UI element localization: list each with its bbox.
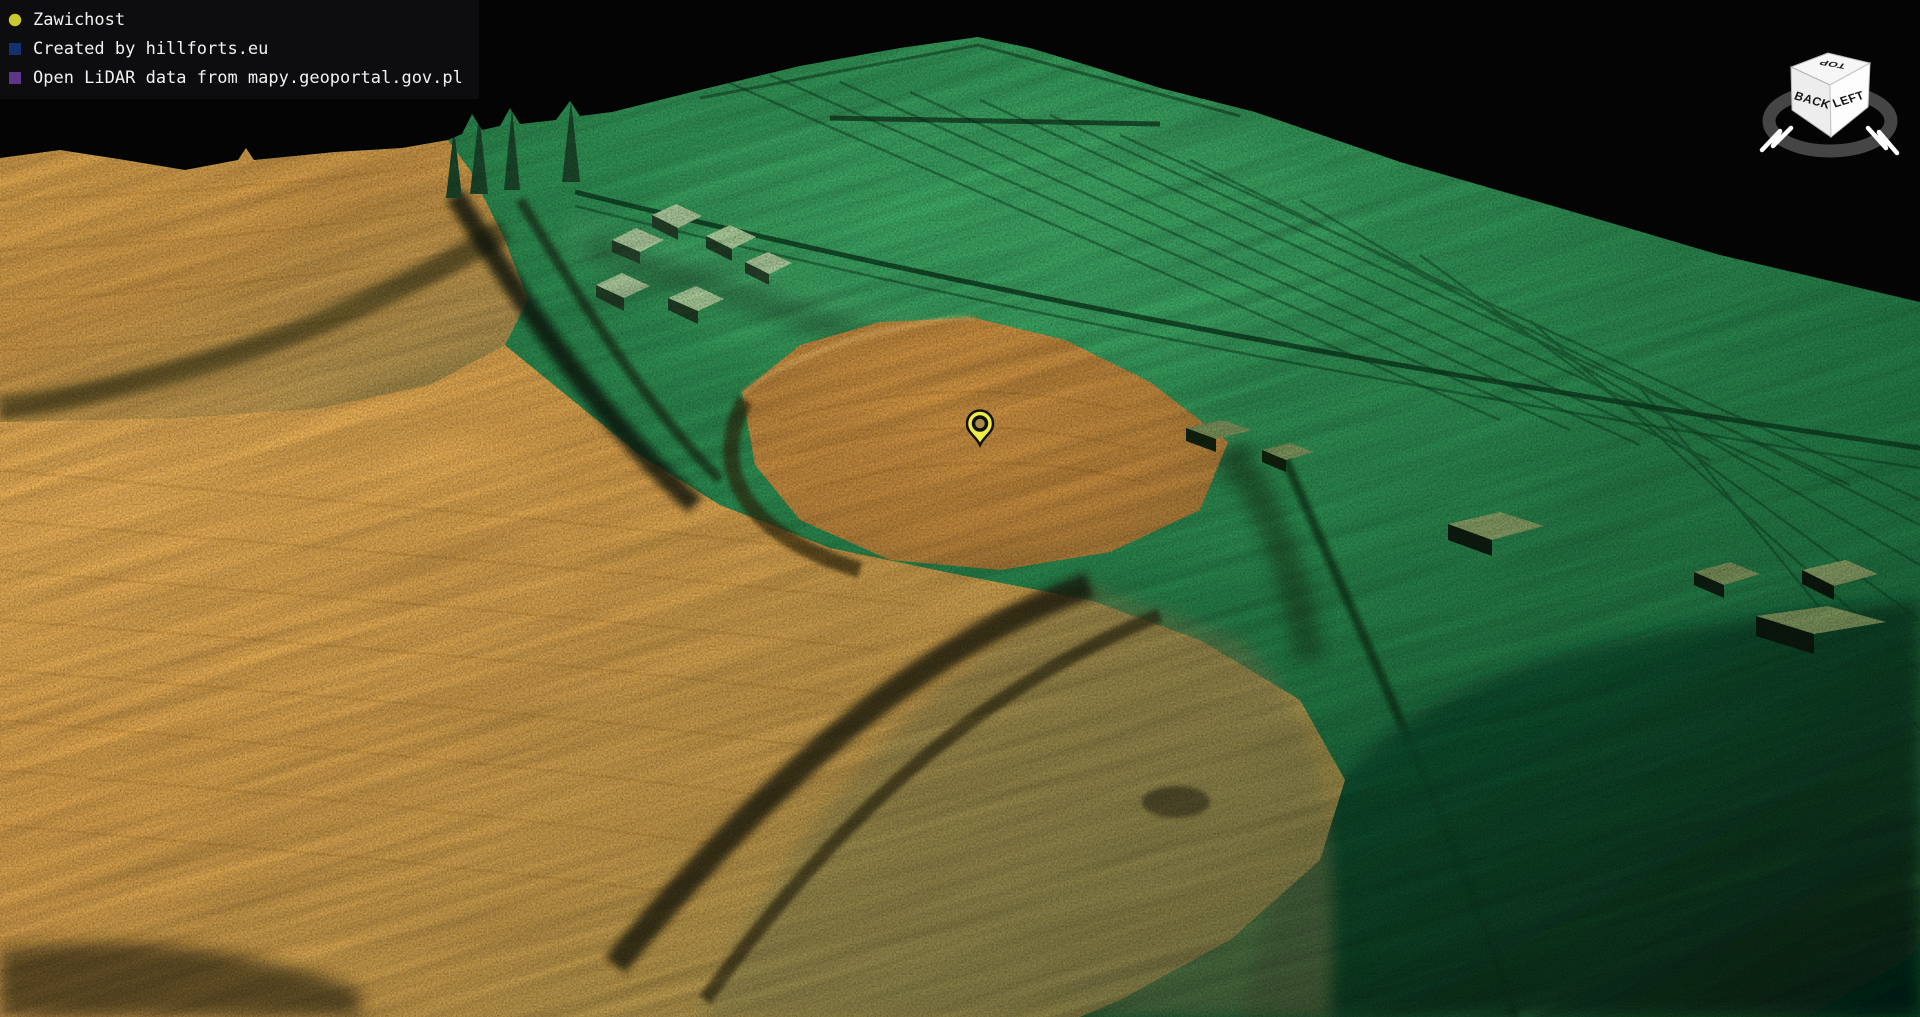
datasource-square-icon [8, 71, 22, 85]
legend-item-credit[interactable]: Created by hillforts.eu [8, 34, 463, 63]
legend-panel: Zawichost Created by hillforts.eu Open L… [0, 0, 479, 99]
lidar-viewer-window: TOP BACK LEFT Zawichost Created by hillf… [0, 0, 1920, 1017]
legend-item-datasource[interactable]: Open LiDAR data from mapy.geoportal.gov.… [8, 63, 463, 92]
legend-site-label: Zawichost [33, 10, 125, 30]
terrain-3d-view[interactable]: TOP BACK LEFT [0, 0, 1920, 1017]
credit-square-icon [8, 42, 22, 56]
site-dot-icon [8, 13, 22, 27]
legend-datasource-label: Open LiDAR data from mapy.geoportal.gov.… [33, 68, 463, 88]
legend-item-site[interactable]: Zawichost [8, 5, 463, 34]
pin-hole [974, 417, 987, 430]
legend-credit-label: Created by hillforts.eu [33, 39, 268, 59]
